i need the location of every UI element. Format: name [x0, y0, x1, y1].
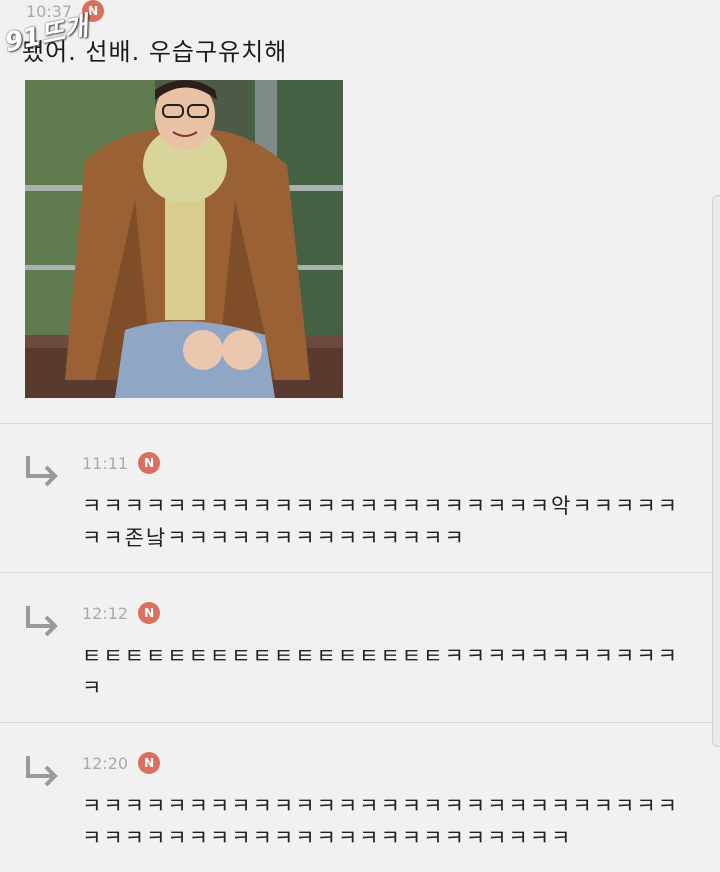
reply-meta: 12:20 N	[82, 752, 161, 774]
reply-item: 12:12 N ㅌㅌㅌㅌㅌㅌㅌㅌㅌㅌㅌㅌㅌㅌㅌㅌㅌㅋㅋㅋㅋㅋㅋㅋㅋㅋㅋㅋㅋ	[0, 574, 720, 722]
divider	[0, 572, 720, 573]
post-image[interactable]	[25, 80, 343, 398]
reply-item: 12:20 N ㅋㅋㅋㅋㅋㅋㅋㅋㅋㅋㅋㅋㅋㅋㅋㅋㅋㅋㅋㅋㅋㅋㅋㅋㅋㅋㅋㅋㅋㅋㅋㅋ…	[0, 724, 720, 872]
reply-time: 12:20	[82, 753, 129, 773]
side-panel-handle[interactable]	[712, 195, 720, 747]
reply-item: 11:11 N ㅋㅋㅋㅋㅋㅋㅋㅋㅋㅋㅋㅋㅋㅋㅋㅋㅋㅋㅋㅋㅋㅋ악ㅋㅋㅋㅋㅋㅋㅋ존낰…	[0, 424, 720, 572]
new-badge-icon: N	[138, 452, 161, 474]
new-badge-icon: N	[138, 602, 161, 624]
reply-text: ㅌㅌㅌㅌㅌㅌㅌㅌㅌㅌㅌㅌㅌㅌㅌㅌㅌㅋㅋㅋㅋㅋㅋㅋㅋㅋㅋㅋㅋ	[82, 644, 679, 700]
photo-illustration	[25, 80, 343, 398]
reply-text: ㅋㅋㅋㅋㅋㅋㅋㅋㅋㅋㅋㅋㅋㅋㅋㅋㅋㅋㅋㅋㅋㅋㅋㅋㅋㅋㅋㅋㅋㅋㅋㅋㅋㅋㅋㅋㅋㅋㅋㅋ…	[82, 794, 679, 850]
reply-meta: 12:12 N	[82, 602, 161, 624]
reply-arrow-icon	[22, 454, 62, 494]
new-badge-icon: N	[138, 752, 161, 774]
reply-text: ㅋㅋㅋㅋㅋㅋㅋㅋㅋㅋㅋㅋㅋㅋㅋㅋㅋㅋㅋㅋㅋㅋ악ㅋㅋㅋㅋㅋㅋㅋ존낰ㅋㅋㅋㅋㅋㅋㅋㅋ…	[82, 494, 679, 550]
reply-arrow-icon	[22, 754, 62, 794]
reply-time: 12:12	[82, 603, 129, 623]
original-post: 10:37 N 됐어. 선배. 우습구유치해	[0, 0, 720, 424]
reply-arrow-icon	[22, 604, 62, 644]
reply-time: 11:11	[82, 453, 129, 473]
divider	[0, 722, 720, 723]
reply-meta: 11:11 N	[82, 452, 161, 474]
